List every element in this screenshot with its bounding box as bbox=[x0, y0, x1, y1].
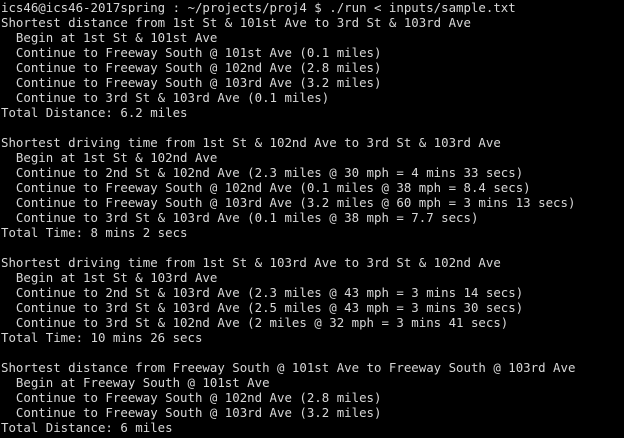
output-line: Continue to 3rd St & 103rd Ave (2.5 mile… bbox=[1, 300, 524, 315]
output-line: Continue to 3rd St & 103rd Ave (0.1 mile… bbox=[1, 90, 330, 105]
output-block: Shortest distance from 1st St & 101st Av… bbox=[1, 15, 624, 435]
output-line: Continue to Freeway South @ 103rd Ave (3… bbox=[1, 195, 576, 210]
output-line: Continue to Freeway South @ 103rd Ave (3… bbox=[1, 405, 382, 420]
output-line: Continue to Freeway South @ 101st Ave (0… bbox=[1, 45, 382, 60]
output-line: Begin at 1st St & 102nd Ave bbox=[1, 150, 218, 165]
output-line: Begin at 1st St & 101st Ave bbox=[1, 30, 218, 45]
output-line: Continue to 3rd St & 103rd Ave (0.1 mile… bbox=[1, 210, 479, 225]
output-line: Continue to 3rd St & 102nd Ave (2 miles … bbox=[1, 315, 509, 330]
output-line: Continue to 2nd St & 103rd Ave (2.3 mile… bbox=[1, 285, 524, 300]
output-line: Continue to Freeway South @ 102nd Ave (2… bbox=[1, 60, 382, 75]
prompt-line: ics46@ics46-2017spring : ~/projects/proj… bbox=[1, 0, 516, 15]
output-line: Continue to Freeway South @ 102nd Ave (2… bbox=[1, 390, 382, 405]
output-line: Total Distance: 6 miles bbox=[1, 420, 173, 435]
output-line: Total Time: 8 mins 2 secs bbox=[1, 225, 188, 240]
output-line: Shortest distance from 1st St & 101st Av… bbox=[1, 15, 471, 30]
output-line: Continue to 2nd St & 102nd Ave (2.3 mile… bbox=[1, 165, 524, 180]
output-line: Continue to Freeway South @ 102nd Ave (0… bbox=[1, 180, 531, 195]
terminal-window[interactable]: ics46@ics46-2017spring : ~/projects/proj… bbox=[0, 0, 624, 438]
output-line: Total Distance: 6.2 miles bbox=[1, 105, 188, 120]
output-line: Continue to Freeway South @ 103rd Ave (3… bbox=[1, 75, 382, 90]
output-line: Shortest distance from Freeway South @ 1… bbox=[1, 360, 576, 375]
output-line: Shortest driving time from 1st St & 102n… bbox=[1, 135, 501, 150]
output-line: Begin at Freeway South @ 101st Ave bbox=[1, 375, 270, 390]
output-line: Begin at 1st St & 103rd Ave bbox=[1, 270, 218, 285]
output-line: Shortest driving time from 1st St & 103r… bbox=[1, 255, 501, 270]
output-line: Total Time: 10 mins 26 secs bbox=[1, 330, 203, 345]
